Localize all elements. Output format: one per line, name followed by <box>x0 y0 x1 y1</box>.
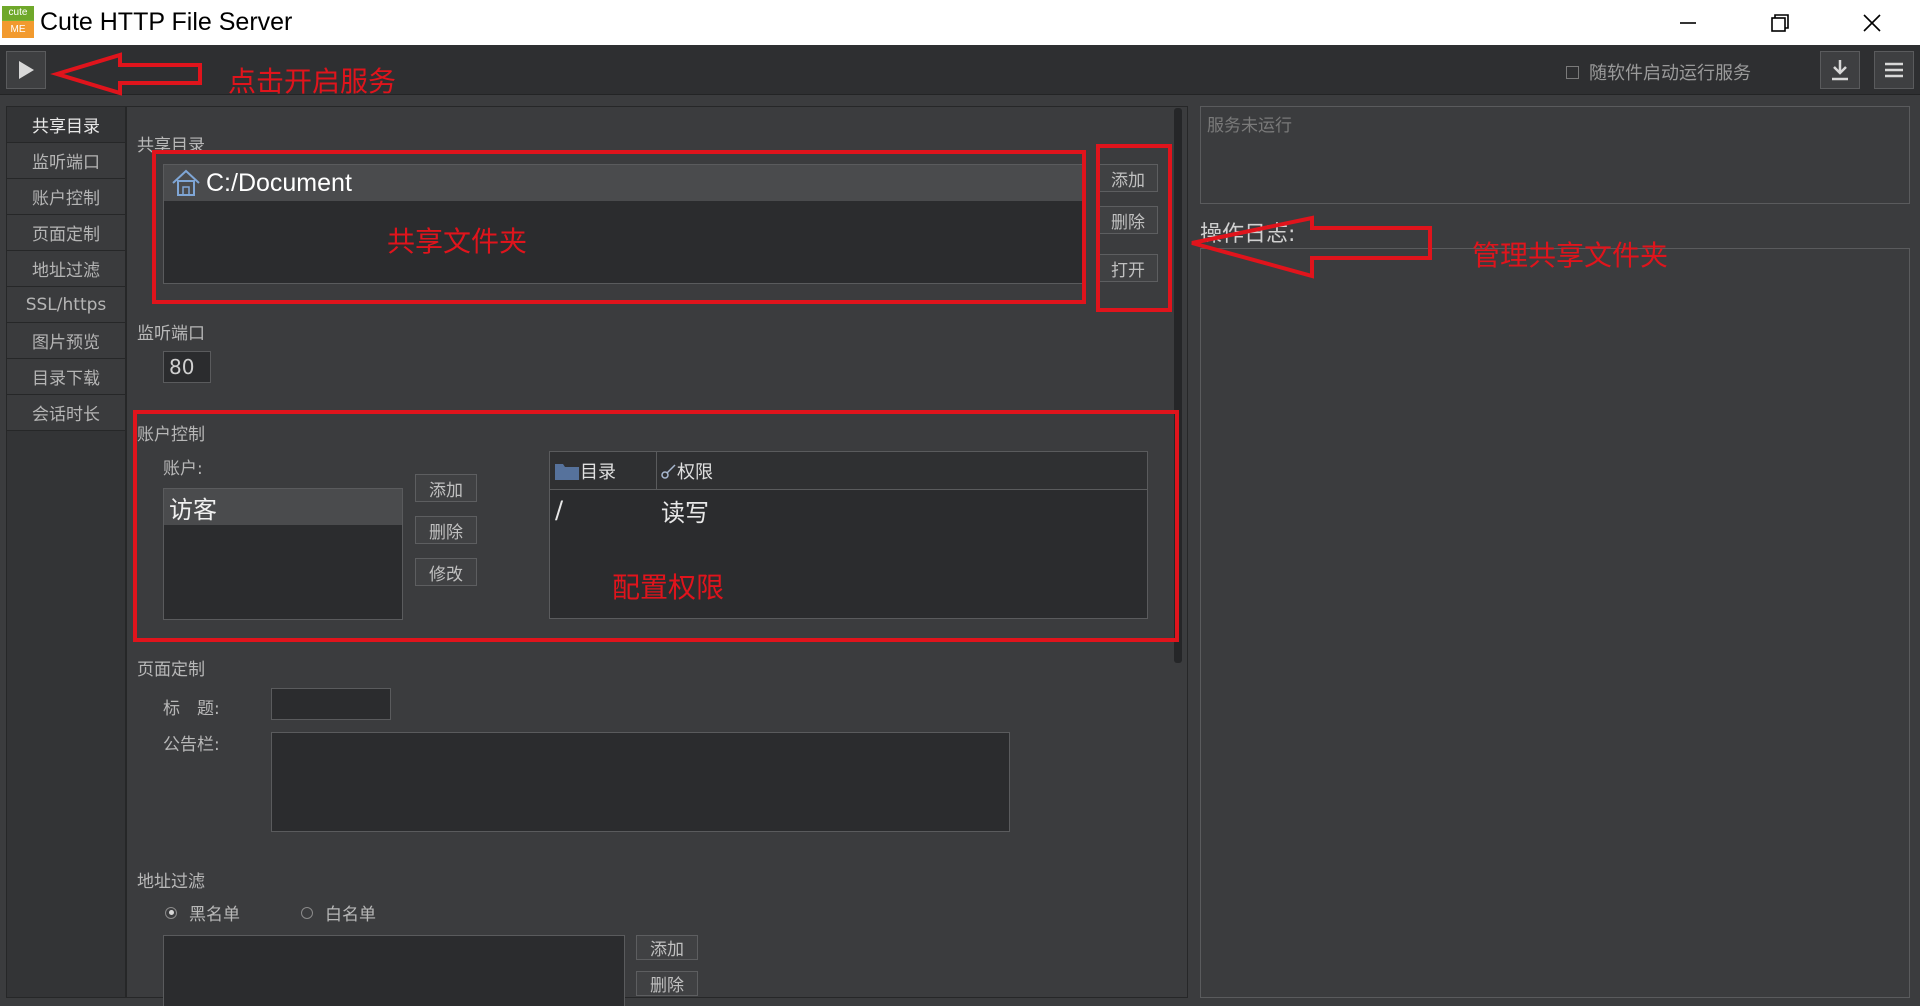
download-icon <box>1832 60 1848 81</box>
play-icon <box>19 61 34 79</box>
blacklist-option[interactable]: 黑名单 <box>165 900 240 925</box>
nav-item-image-preview[interactable]: 图片预览 <box>7 323 125 359</box>
page-custom-label: 页面定制 <box>137 660 205 680</box>
whitelist-label: 白名单 <box>325 905 376 925</box>
operation-log-box[interactable] <box>1200 248 1910 998</box>
download-button[interactable] <box>1820 51 1860 89</box>
service-status-text: 服务未运行 <box>1207 116 1292 136</box>
service-status-box: 服务未运行 <box>1200 106 1910 204</box>
note-config-perm: 配置权限 <box>612 571 725 604</box>
app-logo-bottom: ME <box>2 21 34 38</box>
page-title-input[interactable] <box>271 688 391 720</box>
blacklist-radio[interactable] <box>165 906 177 919</box>
app-logo: cute ME <box>2 6 34 38</box>
start-service-button[interactable] <box>6 51 46 89</box>
blacklist-label: 黑名单 <box>189 905 240 925</box>
nav-item-address-filter[interactable]: 地址过滤 <box>7 251 125 287</box>
minimize-button[interactable] <box>1642 0 1734 45</box>
close-icon <box>1863 13 1881 32</box>
filter-delete-button[interactable]: 删除 <box>636 971 698 996</box>
operation-log-label: 操作日志: <box>1200 222 1296 247</box>
address-filter-list[interactable] <box>163 935 625 1006</box>
title-bar: cute ME Cute HTTP File Server <box>0 0 1920 45</box>
notice-field-label: 公告栏: <box>163 735 220 755</box>
note-start-service: 点击开启服务 <box>228 65 397 98</box>
port-input[interactable]: 80 <box>163 351 211 383</box>
share-buttons-highlight <box>1096 144 1172 312</box>
nav-item-page-custom[interactable]: 页面定制 <box>7 215 125 251</box>
autostart-checkbox[interactable] <box>1566 65 1579 79</box>
whitelist-radio[interactable] <box>301 906 313 919</box>
address-filter-label: 地址过滤 <box>137 872 205 892</box>
title-field-label: 标 题: <box>163 699 220 719</box>
restore-button[interactable] <box>1734 0 1826 45</box>
listen-port-label: 监听端口 <box>137 324 205 344</box>
nav-item-shared-dirs[interactable]: 共享目录 <box>7 107 125 143</box>
nav-item-ssl[interactable]: SSL/https <box>7 287 125 323</box>
hamburger-icon <box>1885 62 1903 78</box>
note-shared-folder: 共享文件夹 <box>387 225 528 258</box>
autostart-option[interactable]: 随软件启动运行服务 <box>1566 59 1751 85</box>
account-section-highlight <box>133 410 1179 642</box>
close-button[interactable] <box>1826 0 1918 45</box>
restore-icon <box>1771 13 1789 32</box>
shared-folder-highlight <box>152 150 1086 304</box>
settings-nav: 共享目录 监听端口 账户控制 页面定制 地址过滤 SSL/https 图片预览 … <box>6 106 126 998</box>
autostart-label: 随软件启动运行服务 <box>1589 63 1751 84</box>
window-title: Cute HTTP File Server <box>40 8 293 36</box>
whitelist-option[interactable]: 白名单 <box>301 900 376 925</box>
nav-item-dir-download[interactable]: 目录下载 <box>7 359 125 395</box>
minimize-icon <box>1680 21 1696 24</box>
nav-item-account-control[interactable]: 账户控制 <box>7 179 125 215</box>
menu-button[interactable] <box>1874 51 1914 89</box>
nav-item-listen-port[interactable]: 监听端口 <box>7 143 125 179</box>
note-manage-shared: 管理共享文件夹 <box>1472 239 1669 272</box>
nav-item-session-duration[interactable]: 会话时长 <box>7 395 125 431</box>
filter-add-button[interactable]: 添加 <box>636 935 698 960</box>
notice-textarea[interactable] <box>271 732 1010 832</box>
app-logo-top: cute <box>2 6 34 20</box>
